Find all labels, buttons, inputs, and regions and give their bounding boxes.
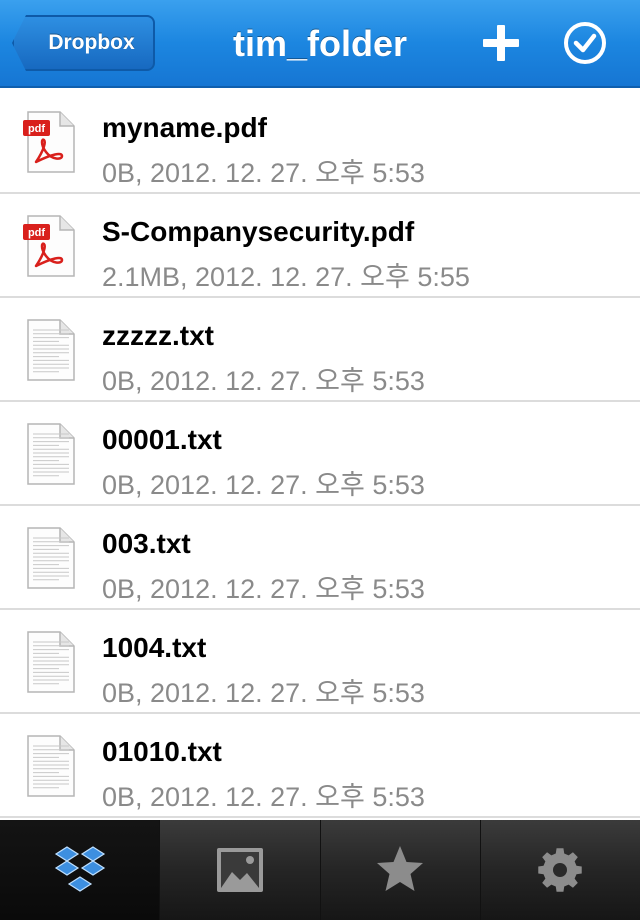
text-file-icon — [27, 319, 75, 381]
file-meta: 0B, 2012. 12. 27. 오후 5:53 — [102, 678, 425, 708]
file-list: pdf myname.pdf 0B, 2012. 12. 27. 오후 5:53… — [0, 90, 640, 818]
file-row[interactable]: pdf myname.pdf 0B, 2012. 12. 27. 오후 5:53 — [0, 90, 640, 194]
file-meta: 0B, 2012. 12. 27. 오후 5:53 — [102, 782, 425, 812]
gear-icon — [538, 848, 583, 892]
back-button[interactable]: Dropbox — [12, 15, 155, 71]
pdf-badge-label: pdf — [28, 123, 45, 135]
file-meta: 0B, 2012. 12. 27. 오후 5:53 — [102, 158, 425, 188]
text-file-icon — [27, 423, 75, 485]
tab-bar — [0, 820, 640, 920]
file-meta: 0B, 2012. 12. 27. 오후 5:53 — [102, 574, 425, 604]
star-icon — [377, 846, 424, 891]
file-row[interactable]: 003.txt 0B, 2012. 12. 27. 오후 5:53 — [0, 506, 640, 610]
file-name: myname.pdf — [102, 112, 267, 143]
back-button-label: Dropbox — [48, 31, 135, 54]
file-name: zzzzz.txt — [102, 320, 214, 351]
file-meta: 0B, 2012. 12. 27. 오후 5:53 — [102, 470, 425, 500]
file-name: 00001.txt — [102, 424, 222, 455]
tab-settings[interactable] — [479, 820, 640, 920]
file-name: S-Companysecurity.pdf — [102, 216, 415, 247]
pdf-badge-label: pdf — [28, 227, 45, 239]
page-title: tim_folder — [232, 23, 408, 64]
pdf-file-icon: pdf — [23, 215, 75, 277]
file-meta: 2.1MB, 2012. 12. 27. 오후 5:55 — [102, 262, 470, 292]
navigation-bar: Dropbox tim_folder — [0, 0, 640, 88]
checkmark-circle-icon[interactable] — [562, 20, 608, 66]
pdf-file-icon: pdf — [23, 111, 75, 173]
file-name: 01010.txt — [102, 736, 222, 767]
file-name: 003.txt — [102, 528, 191, 559]
tab-dropbox[interactable] — [0, 820, 160, 920]
file-name: 1004.txt — [102, 632, 207, 663]
file-row[interactable]: 01010.txt 0B, 2012. 12. 27. 오후 5:53 — [0, 714, 640, 818]
text-file-icon — [27, 735, 75, 797]
file-row[interactable]: 00001.txt 0B, 2012. 12. 27. 오후 5:53 — [0, 402, 640, 506]
tab-favorites[interactable] — [319, 820, 480, 920]
file-row[interactable]: zzzzz.txt 0B, 2012. 12. 27. 오후 5:53 — [0, 298, 640, 402]
file-row[interactable]: 1004.txt 0B, 2012. 12. 27. 오후 5:53 — [0, 610, 640, 714]
photo-icon — [216, 848, 263, 892]
dropbox-icon — [54, 846, 105, 892]
file-row[interactable]: pdf S-Companysecurity.pdf 2.1MB, 2012. 1… — [0, 194, 640, 298]
file-meta: 0B, 2012. 12. 27. 오후 5:53 — [102, 366, 425, 396]
plus-icon[interactable] — [478, 20, 524, 66]
text-file-icon — [27, 631, 75, 693]
tab-photos[interactable] — [159, 820, 319, 920]
text-file-icon — [27, 527, 75, 589]
